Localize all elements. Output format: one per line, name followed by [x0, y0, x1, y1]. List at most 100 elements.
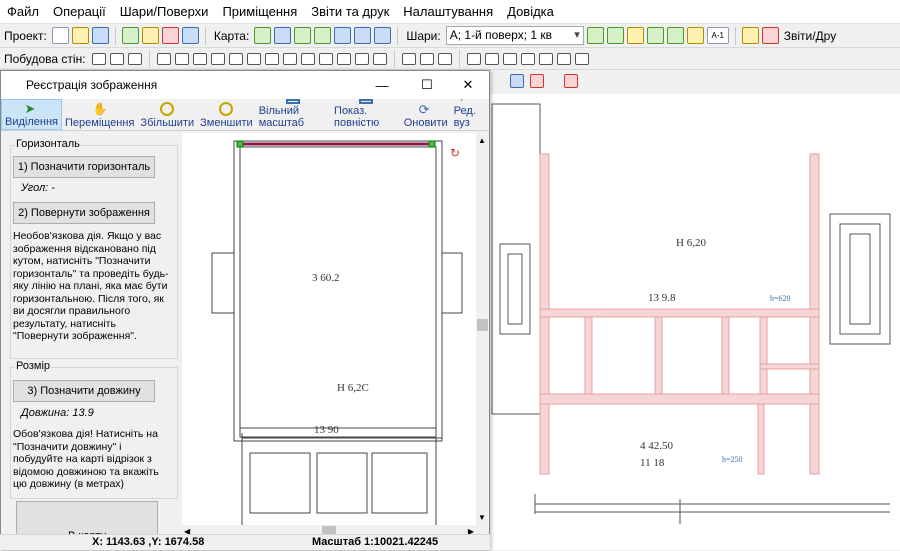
move-cross-icon[interactable]: [374, 27, 392, 44]
wall-segment-13-icon[interactable]: [372, 52, 387, 65]
image-viewport[interactable]: ↻ 3 60.2 H 6,2C 13 90: [182, 133, 476, 525]
tool-pan[interactable]: ✋ Переміщення: [62, 99, 137, 130]
pan-hand-icon[interactable]: [274, 27, 292, 44]
wall-line-icon[interactable]: [91, 52, 106, 65]
wall-arrow-left-icon[interactable]: [401, 52, 416, 65]
select-arrow-icon[interactable]: [254, 27, 272, 44]
delete-image-icon[interactable]: [161, 27, 179, 44]
layer-2-icon[interactable]: [666, 27, 684, 44]
tool-edit-nodes[interactable]: ⁄Ред. вуз: [451, 92, 489, 130]
node-delete-icon[interactable]: [564, 74, 578, 88]
open-image-icon[interactable]: [141, 27, 159, 44]
wall-arrow-right-icon[interactable]: [419, 52, 434, 65]
tool-zoom-in[interactable]: Збільшити: [137, 99, 197, 130]
wall-segment-2-icon[interactable]: [174, 52, 189, 65]
measure-start-handle[interactable]: [236, 140, 244, 148]
dialog-status-bar: X: 1143.63 ,Y: 1674.58 Масштаб 1:10021.4…: [0, 534, 490, 550]
stairs-2-icon[interactable]: [484, 52, 499, 65]
menu-settings[interactable]: Налаштування: [396, 4, 500, 19]
zoom-extent-icon[interactable]: [334, 27, 352, 44]
add-image-icon[interactable]: [121, 27, 139, 44]
book-icon[interactable]: [741, 27, 759, 44]
move-image-icon[interactable]: [181, 27, 199, 44]
scale-readout: Масштаб 1:10021.42245: [312, 536, 439, 548]
stairs-5-icon[interactable]: [538, 52, 553, 65]
stairs-1-icon[interactable]: [466, 52, 481, 65]
menu-help[interactable]: Довідка: [500, 4, 561, 19]
wall-arrow-in-icon[interactable]: [437, 52, 452, 65]
layer-copy-icon[interactable]: [686, 27, 704, 44]
menu-layers-floors[interactable]: Шари/Поверхи: [113, 4, 216, 19]
tool-zoom-out[interactable]: Зменшити: [197, 99, 256, 130]
zoom-in-icon[interactable]: [294, 27, 312, 44]
toolbar-separator: [148, 49, 150, 68]
layer-add-icon[interactable]: [606, 27, 624, 44]
plan-label-h250: h=250: [722, 455, 743, 464]
menu-rooms[interactable]: Приміщення: [215, 4, 304, 19]
zoom-window-icon[interactable]: [354, 27, 372, 44]
layer-badge-icon[interactable]: A-1: [706, 27, 729, 44]
find-icon[interactable]: [586, 27, 604, 44]
open-folder-icon[interactable]: [71, 27, 89, 44]
wall-segment-9-icon[interactable]: [300, 52, 315, 65]
maximize-icon[interactable]: ☐: [410, 71, 444, 99]
image-registration-dialog: Реєстрація зображення — ☐ ✕ ➤ Виділення ✋…: [0, 70, 490, 550]
layers-select[interactable]: A; 1-й поверх; 1 кв: [445, 26, 584, 45]
node-edit-icon[interactable]: [510, 74, 524, 88]
horizon-group-label: Горизонталь: [15, 138, 81, 150]
wall-segment-12-icon[interactable]: [354, 52, 369, 65]
tool-zoom-in-label: Збільшити: [140, 117, 195, 129]
wall-segment-4-icon[interactable]: [210, 52, 225, 65]
save-icon[interactable]: [91, 27, 109, 44]
tool-select[interactable]: ➤ Виділення: [1, 99, 62, 130]
wall-rect-icon[interactable]: [109, 52, 124, 65]
wall-segment-1-icon[interactable]: [156, 52, 171, 65]
wall-segment-6-icon[interactable]: [246, 52, 261, 65]
tool-select-label: Виділення: [5, 116, 58, 128]
dialog-titlebar[interactable]: Реєстрація зображення — ☐ ✕: [1, 71, 489, 99]
new-project-icon[interactable]: [51, 27, 69, 44]
stairs-3-icon[interactable]: [502, 52, 517, 65]
tool-zoom-full[interactable]: Показ. повністю: [331, 99, 401, 130]
wall-segment-7-icon[interactable]: [264, 52, 279, 65]
measure-end-handle[interactable]: [428, 140, 436, 148]
walls-label: Побудова стін:: [4, 51, 86, 66]
wall-door-icon[interactable]: [127, 52, 142, 65]
menu-operations[interactable]: Операції: [46, 4, 113, 19]
cursor-coordinates: X: 1143.63 ,Y: 1674.58: [92, 536, 205, 548]
wall-segment-3-icon[interactable]: [192, 52, 207, 65]
rotate-handle-icon[interactable]: ↻: [450, 146, 460, 160]
layer-1-icon[interactable]: [646, 27, 664, 44]
map-label: Карта:: [213, 28, 250, 43]
rotate-image-button[interactable]: 2) Повернути зображення: [13, 202, 155, 224]
stairs-6-icon[interactable]: [556, 52, 571, 65]
key-icon[interactable]: [761, 27, 779, 44]
mark-horizon-button[interactable]: 1) Позначити горизонталь: [13, 156, 155, 178]
close-icon[interactable]: ✕: [451, 71, 485, 99]
horizon-group: Горизонталь 1) Позначити горизонталь Уго…: [10, 138, 178, 359]
layers-label: Шари:: [406, 28, 441, 43]
image-vertical-scrollbar[interactable]: ▲ ▼: [476, 133, 489, 525]
zoom-out-icon: [219, 102, 234, 116]
wall-segment-11-icon[interactable]: [336, 52, 351, 65]
vertical-scroll-thumb[interactable]: [477, 319, 488, 331]
zoom-out-icon[interactable]: [314, 27, 332, 44]
minimize-icon[interactable]: —: [365, 71, 399, 99]
layer-edit-icon[interactable]: [626, 27, 644, 44]
wall-segment-8-icon[interactable]: [282, 52, 297, 65]
scroll-up-icon[interactable]: ▲: [478, 136, 486, 145]
wall-segment-10-icon[interactable]: [318, 52, 333, 65]
wall-segment-5-icon[interactable]: [228, 52, 243, 65]
reports-label[interactable]: Звіти/Дру: [782, 29, 839, 43]
tool-refresh[interactable]: ⟳ Оновити: [401, 99, 451, 130]
map-canvas[interactable]: H 6,20 13 9.8 h=620 4 42.50 11 18 h=250: [490, 94, 900, 550]
tool-free-zoom[interactable]: Вільний масштаб: [256, 99, 331, 130]
menu-reports[interactable]: Звіти та друк: [304, 4, 396, 19]
scroll-down-icon[interactable]: ▼: [478, 513, 486, 522]
plan-label-area-big: 4 42.50: [640, 440, 674, 452]
menu-file[interactable]: Файл: [0, 4, 46, 19]
stairs-7-icon[interactable]: [574, 52, 589, 65]
mark-length-button[interactable]: 3) Позначити довжину: [13, 380, 155, 402]
stairs-4-icon[interactable]: [520, 52, 535, 65]
node-add-icon[interactable]: [530, 74, 544, 88]
